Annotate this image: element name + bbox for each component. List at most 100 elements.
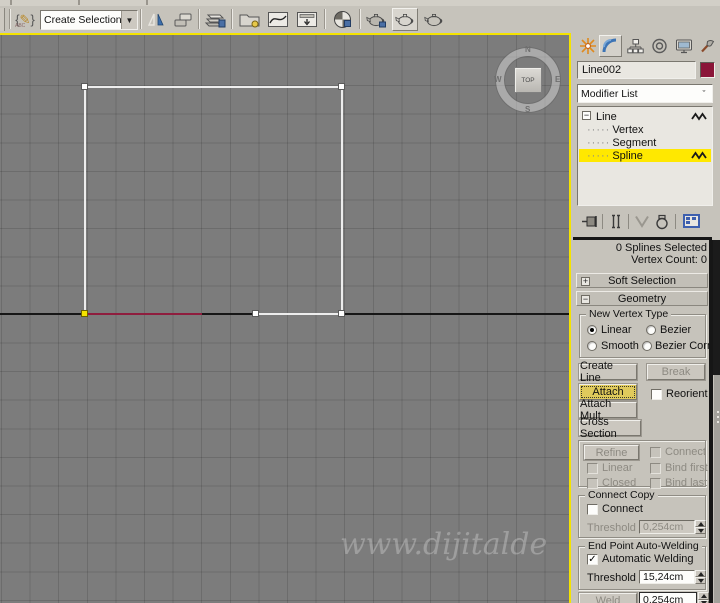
spin-down-icon[interactable] [698,599,709,603]
tab-motion[interactable] [648,35,671,57]
spline-segment-right[interactable] [341,86,343,315]
closed-label[interactable]: Closed [602,477,636,489]
status-line-2: Vertex Count: 0 [631,254,707,266]
radio-label-bezier[interactable]: Bezier [660,324,691,336]
schematic-view-button[interactable] [294,8,320,31]
scene-explorer-button[interactable] [236,8,262,31]
rollout-soft-selection[interactable]: + Soft Selection [576,273,708,288]
vertex-marker-top-right[interactable] [338,83,345,90]
viewcube-north[interactable]: N [525,45,531,54]
vertex-marker-top-left[interactable] [81,83,88,90]
radio-linear[interactable] [587,325,597,335]
object-color-swatch[interactable] [700,62,715,78]
tab-create[interactable] [576,35,599,57]
cross-section-button[interactable]: Cross Section [579,416,641,440]
collapse-minus-icon[interactable]: − [582,111,591,120]
weld-spinner[interactable] [698,592,709,603]
viewcube-west[interactable]: W [494,75,502,84]
object-name-field[interactable]: Line002 [577,61,696,79]
rollout-geometry[interactable]: − Geometry [576,291,708,306]
menu-tick [146,0,148,5]
connect-copy-checkbox[interactable] [587,504,598,515]
weld-value-field[interactable]: 0,254cm [639,592,697,603]
show-end-result-icon[interactable] [609,214,623,229]
mirror-button[interactable] [144,8,168,31]
reorient-checkbox[interactable] [651,389,662,400]
first-vertex-marker[interactable] [81,310,88,317]
panel-scrollbar-thumb[interactable] [713,375,720,603]
material-editor-button[interactable] [329,8,356,31]
spline-segment-top[interactable] [84,86,343,88]
viewcube-top-face[interactable]: TOP [514,67,542,93]
render-setup-button[interactable] [363,8,389,31]
bind-first-checkbox[interactable] [650,463,661,474]
make-unique-icon[interactable] [634,215,650,228]
linear-label[interactable]: Linear [602,462,633,474]
connect-threshold-field[interactable]: 0,254cm [639,520,695,534]
radio-label-linear[interactable]: Linear [601,324,632,336]
modifier-list-dropdown[interactable]: Modifier List ˇ [577,84,713,103]
layer-manager-icon [204,14,226,28]
stack-row-spline-selected[interactable]: Spline [579,149,711,162]
tab-utilities[interactable] [696,35,719,57]
linear-checkbox[interactable] [587,463,598,474]
weld-threshold-field[interactable]: 15,24cm [639,570,695,584]
chevron-down-icon[interactable]: ˇ [696,85,712,102]
tab-modify[interactable] [599,35,622,57]
spin-down-icon[interactable] [695,577,706,584]
connect-checkbox[interactable] [650,447,661,458]
spline-segment-left[interactable] [84,86,86,315]
remove-modifier-icon[interactable] [655,214,669,230]
closed-checkbox[interactable] [587,478,598,489]
radio-bezier[interactable] [646,325,656,335]
spin-up-icon[interactable] [695,520,706,527]
align-button[interactable] [171,8,195,31]
connect-copy-label[interactable]: Connect [602,503,643,515]
edit-named-selection-sets-button[interactable]: {✎} ABC [13,8,37,31]
weld-button[interactable]: Weld [579,593,637,603]
connect-threshold-spinner[interactable] [695,520,706,534]
radio-bezier-corner[interactable] [642,341,652,351]
create-line-button[interactable]: Create Line [579,360,637,384]
pin-stack-icon[interactable] [581,215,599,228]
connect-label[interactable]: Connect [665,446,706,458]
spline-segment-bottom-left[interactable] [84,313,202,315]
menu-tick [78,0,80,5]
bind-last-checkbox[interactable] [650,478,661,489]
spin-up-icon[interactable] [698,592,709,600]
configure-modifier-sets-icon[interactable] [683,214,700,228]
layer-manager-button[interactable] [203,8,227,31]
viewcube-south[interactable]: S [525,105,530,114]
tab-display[interactable] [672,35,695,57]
rendered-frame-window-button[interactable] [392,8,418,31]
named-selection-set-combobox[interactable]: Create Selection Se ▼ [40,10,138,30]
automatic-welding-label[interactable]: Automatic Welding [602,553,694,565]
modifier-stack[interactable]: − Line Vertex Segment Spline [577,106,713,206]
stack-row-vertex[interactable]: Vertex [579,123,711,136]
spin-down-icon[interactable] [695,527,706,534]
weld-threshold-spinner[interactable] [695,570,706,584]
top-viewport[interactable]: N E S W TOP www.dijitalde [0,35,569,603]
bind-first-label[interactable]: Bind first [665,462,708,474]
vertex-marker-bottom-right[interactable] [338,310,345,317]
watermark-text: www.dijitalde [340,527,548,562]
tab-hierarchy[interactable] [624,35,647,57]
curve-editor-button[interactable] [265,8,291,31]
automatic-welding-checkbox[interactable]: ✓ [587,554,598,565]
break-button[interactable]: Break [647,364,705,380]
bind-last-label[interactable]: Bind last [665,477,707,489]
panel-scrollbar-track[interactable] [713,240,720,603]
stack-row-line[interactable]: − Line [579,110,711,123]
viewcube-east[interactable]: E [555,75,560,84]
radio-label-smooth[interactable]: Smooth [601,340,639,352]
refine-button[interactable]: Refine [584,445,639,460]
viewcube[interactable]: N E S W TOP [494,45,560,114]
spin-up-icon[interactable] [695,570,706,577]
spline-segment-bottom-right[interactable] [256,313,343,315]
stack-row-segment[interactable]: Segment [579,136,711,149]
chevron-down-icon[interactable]: ▼ [121,11,137,29]
render-production-button[interactable] [421,8,447,31]
reorient-label[interactable]: Reorient [666,388,708,400]
radio-smooth[interactable] [587,341,597,351]
vertex-marker-bottom-mid[interactable] [252,310,259,317]
